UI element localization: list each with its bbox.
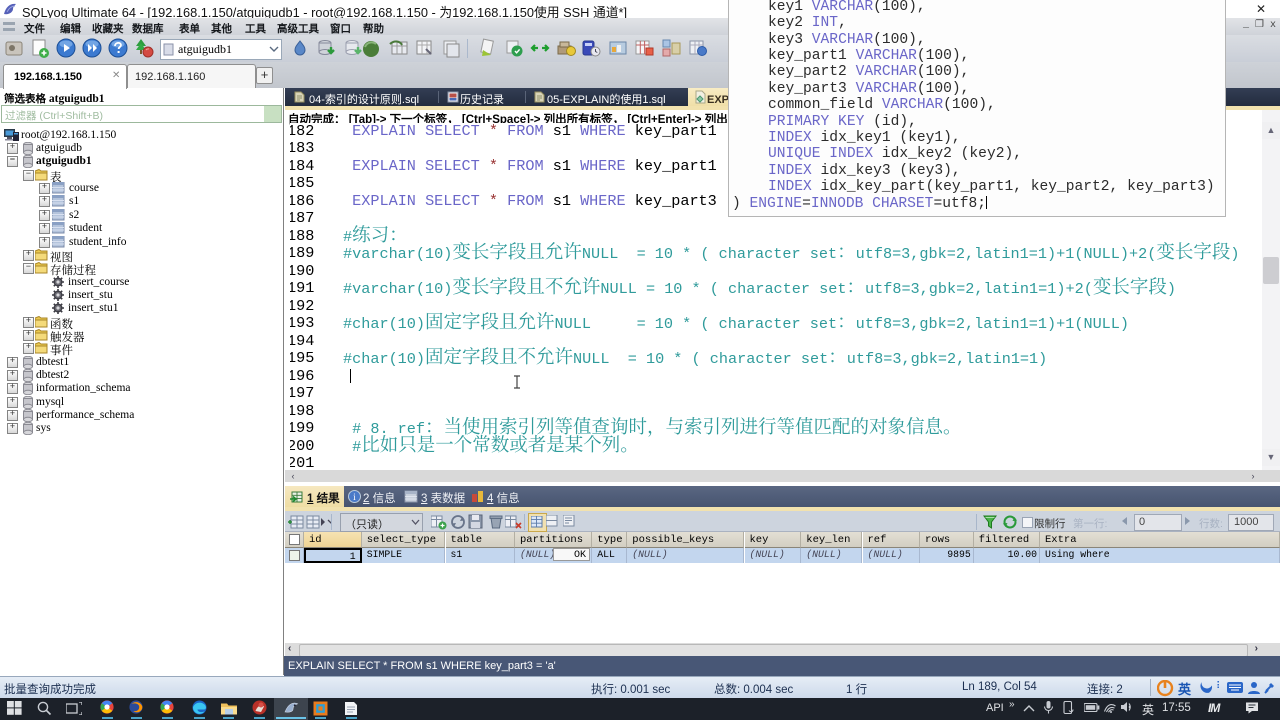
svg-text:i: i	[353, 493, 356, 503]
